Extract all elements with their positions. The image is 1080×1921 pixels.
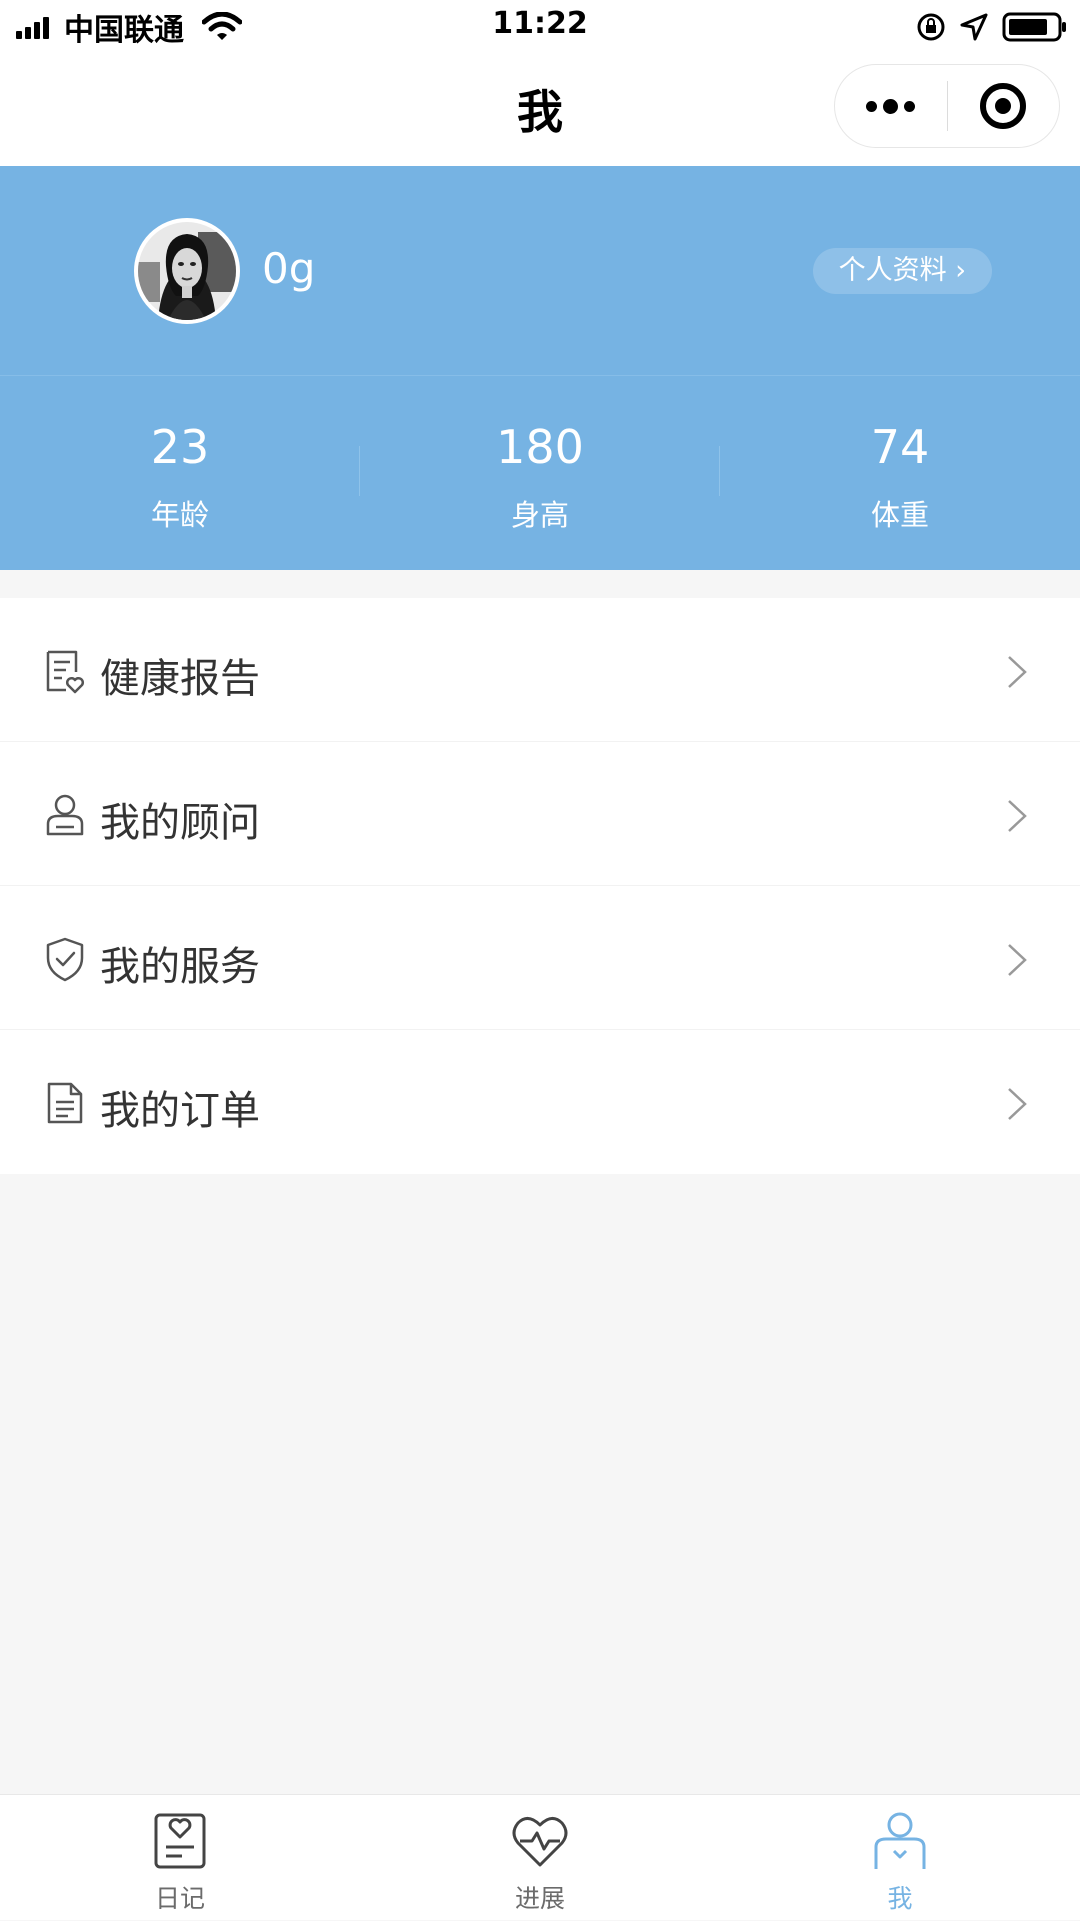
profile-link-button[interactable]: 个人资料 › (812, 248, 992, 294)
health-report-icon (46, 650, 84, 694)
tab-label: 日记 (154, 1884, 205, 1913)
menu-item-label: 我的服务 (100, 944, 260, 990)
menu-item-label: 我的订单 (100, 1088, 260, 1134)
stat-age: 23 年龄 (0, 376, 360, 570)
stat-label: 体重 (870, 498, 929, 532)
tab-label: 进展 (514, 1884, 565, 1913)
stat-weight: 74 体重 (720, 376, 1080, 570)
menu-item-consultant[interactable]: 我的顾问 (0, 742, 1080, 886)
chevron-right-icon (1008, 800, 1027, 832)
menu-item-orders[interactable]: 我的订单 (0, 1030, 1080, 1174)
avatar-image (138, 222, 236, 320)
menu-item-health-report[interactable]: 健康报告 (0, 598, 1080, 742)
chevron-right-icon (1008, 944, 1027, 976)
tab-diary[interactable]: 日记 (0, 1795, 360, 1921)
tab-label: 我 (887, 1884, 913, 1913)
person-icon (874, 1812, 926, 1869)
stat-height: 180 身高 (360, 376, 720, 570)
username: 0g (262, 244, 316, 293)
profile-header: 0g 个人资料 › 23 年龄 180 身高 74 体重 (0, 166, 1080, 570)
location-icon (960, 13, 988, 41)
heart-pulse-icon (512, 1817, 568, 1867)
nav-bar: 我 (0, 54, 1080, 166)
consultant-icon (46, 794, 84, 836)
mini-program-capsule (834, 64, 1060, 148)
more-icon (863, 98, 918, 114)
menu-item-service[interactable]: 我的服务 (0, 886, 1080, 1030)
stat-label: 年龄 (150, 498, 209, 532)
orientation-lock-icon (917, 13, 945, 41)
close-target-icon (980, 83, 1027, 129)
status-right (902, 8, 1068, 46)
chevron-right-icon (1008, 656, 1027, 688)
status-bar: 中国联通 11:22 (0, 0, 1080, 54)
stats-row: 23 年龄 180 身高 74 体重 (0, 376, 1080, 570)
menu-item-label: 健康报告 (100, 656, 260, 702)
profile-top: 0g 个人资料 › (0, 166, 1080, 376)
chevron-right-icon (1008, 1088, 1027, 1120)
stat-label: 身高 (510, 498, 569, 532)
menu-item-label: 我的顾问 (100, 800, 260, 846)
tab-bar: 日记 进展 我 (0, 1794, 1080, 1920)
more-button[interactable] (835, 64, 947, 148)
menu-list: 健康报告 我的顾问 我的服务 我的订单 (0, 598, 1080, 1174)
close-button[interactable] (948, 64, 1060, 148)
stat-value: 180 (496, 420, 584, 474)
stat-value: 23 (150, 420, 210, 474)
shield-check-icon (46, 937, 84, 982)
diary-icon (154, 1813, 206, 1869)
tab-progress[interactable]: 进展 (360, 1795, 720, 1921)
battery-icon (1002, 12, 1066, 42)
stat-value: 74 (870, 420, 930, 474)
tab-me[interactable]: 我 (720, 1795, 1080, 1921)
avatar[interactable] (134, 218, 240, 324)
order-document-icon (47, 1082, 83, 1124)
